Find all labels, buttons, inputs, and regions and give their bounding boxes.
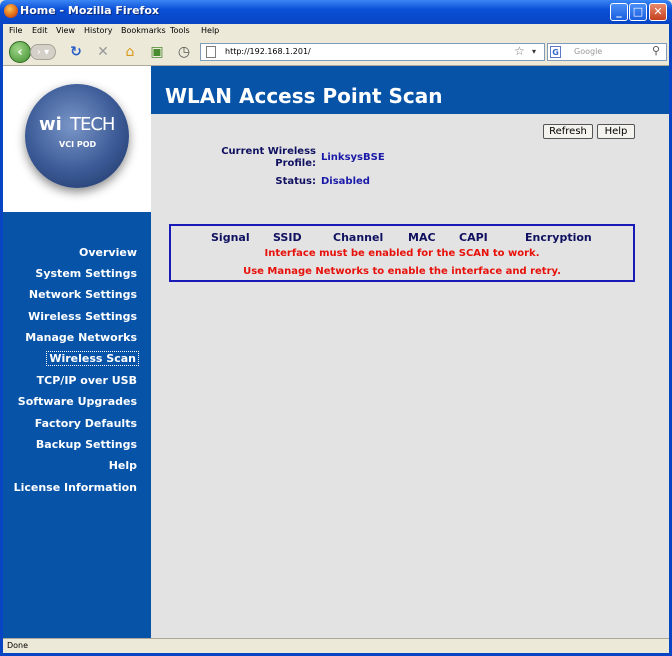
address-text[interactable]: http://192.168.1.201/ [225, 47, 311, 56]
firefox-icon [4, 4, 18, 18]
reload-icon[interactable]: ↻ [66, 42, 86, 62]
google-engine-icon[interactable]: G [550, 46, 561, 58]
help-button[interactable]: Help [597, 124, 635, 139]
star-bookmark-icon[interactable]: ☆ [514, 44, 525, 58]
logo-tech-text: TECH [70, 114, 115, 135]
menu-view[interactable]: View [56, 26, 75, 35]
profile-label-line1: Current Wireless [221, 146, 316, 157]
sidebar-item-backup-settings[interactable]: Backup Settings [36, 438, 137, 451]
history-clock-icon[interactable]: ◷ [174, 42, 194, 62]
sidebar-item-license-information[interactable]: License Information [14, 481, 137, 494]
scan-error-instructions: Use Manage Networks to enable the interf… [243, 266, 561, 277]
menu-edit[interactable]: Edit [32, 26, 48, 35]
url-dropdown-icon[interactable]: ▾ [532, 47, 536, 56]
page-title: WLAN Access Point Scan [165, 84, 443, 108]
column-channel: Channel [333, 231, 384, 244]
profile-label-line2: Profile: [275, 158, 316, 169]
maximize-button[interactable]: □ [629, 3, 647, 21]
scan-error-message: Interface must be enabled for the SCAN t… [264, 248, 540, 259]
sidebar-item-network-settings[interactable]: Network Settings [29, 288, 137, 301]
column-encryption: Encryption [525, 231, 592, 244]
navigation-toolbar: ‹ › ▾ ↻ ✕ ⌂ ▣ ◷ http://192.168.1.201/ ☆ … [3, 38, 669, 66]
search-input[interactable]: Google [574, 47, 602, 56]
home-icon[interactable]: ⌂ [120, 42, 140, 62]
minimize-button[interactable]: _ [610, 3, 628, 21]
sidebar: wi TECH VCI POD Overview System Settings… [3, 66, 151, 638]
sidebar-item-wireless-scan[interactable]: Wireless Scan [46, 351, 139, 366]
sidebar-item-manage-networks[interactable]: Manage Networks [25, 331, 137, 344]
sidebar-item-help[interactable]: Help [109, 459, 137, 472]
profile-value: LinksysBSE [321, 152, 385, 163]
back-button[interactable]: ‹ [9, 41, 31, 63]
menu-history[interactable]: History [84, 26, 112, 35]
page-icon [206, 46, 216, 58]
refresh-button[interactable]: Refresh [543, 124, 593, 139]
menu-help[interactable]: Help [201, 26, 219, 35]
column-mac: MAC [408, 231, 436, 244]
sidebar-item-overview[interactable]: Overview [79, 246, 137, 259]
witech-logo: wi TECH VCI POD [25, 84, 129, 188]
page-viewport: wi TECH VCI POD Overview System Settings… [3, 66, 669, 638]
logo-area: wi TECH VCI POD [3, 66, 151, 212]
address-bar[interactable]: http://192.168.1.201/ ☆ ▾ [200, 43, 545, 61]
column-capi: CAPI [459, 231, 488, 244]
close-button[interactable]: ✕ [649, 3, 667, 21]
main-content: Refresh Help Current Wireless Profile: L… [151, 114, 669, 638]
menu-tools[interactable]: Tools [170, 26, 190, 35]
scan-results-table: Signal SSID Channel MAC CAPI Encryption … [169, 224, 635, 282]
forward-button[interactable]: › ▾ [30, 44, 56, 60]
sidebar-item-tcpip-over-usb[interactable]: TCP/IP over USB [37, 374, 137, 387]
sidebar-item-software-upgrades[interactable]: Software Upgrades [18, 395, 137, 408]
search-icon[interactable]: ⚲ [652, 44, 660, 57]
status-value: Disabled [321, 176, 370, 187]
bookmark-add-icon[interactable]: ▣ [147, 42, 167, 62]
page-header: WLAN Access Point Scan [151, 66, 669, 114]
status-bar-text: Done [7, 641, 29, 650]
column-signal: Signal [211, 231, 250, 244]
menu-file[interactable]: File [9, 26, 22, 35]
status-label: Status: [275, 176, 316, 187]
search-bar[interactable]: G Google ⚲ [547, 43, 667, 61]
column-ssid: SSID [273, 231, 302, 244]
menu-bookmarks[interactable]: Bookmarks [121, 26, 166, 35]
window-title: Home - Mozilla Firefox [20, 4, 159, 17]
logo-wi-text: wi [39, 114, 62, 135]
sidebar-item-wireless-settings[interactable]: Wireless Settings [28, 310, 137, 323]
sidebar-item-system-settings[interactable]: System Settings [35, 267, 137, 280]
logo-subtitle: VCI POD [59, 140, 97, 149]
status-bar: Done [3, 638, 669, 653]
sidebar-item-factory-defaults[interactable]: Factory Defaults [35, 417, 137, 430]
stop-icon[interactable]: ✕ [93, 42, 113, 62]
menu-bar: File Edit View History Bookmarks Tools H… [3, 24, 669, 38]
